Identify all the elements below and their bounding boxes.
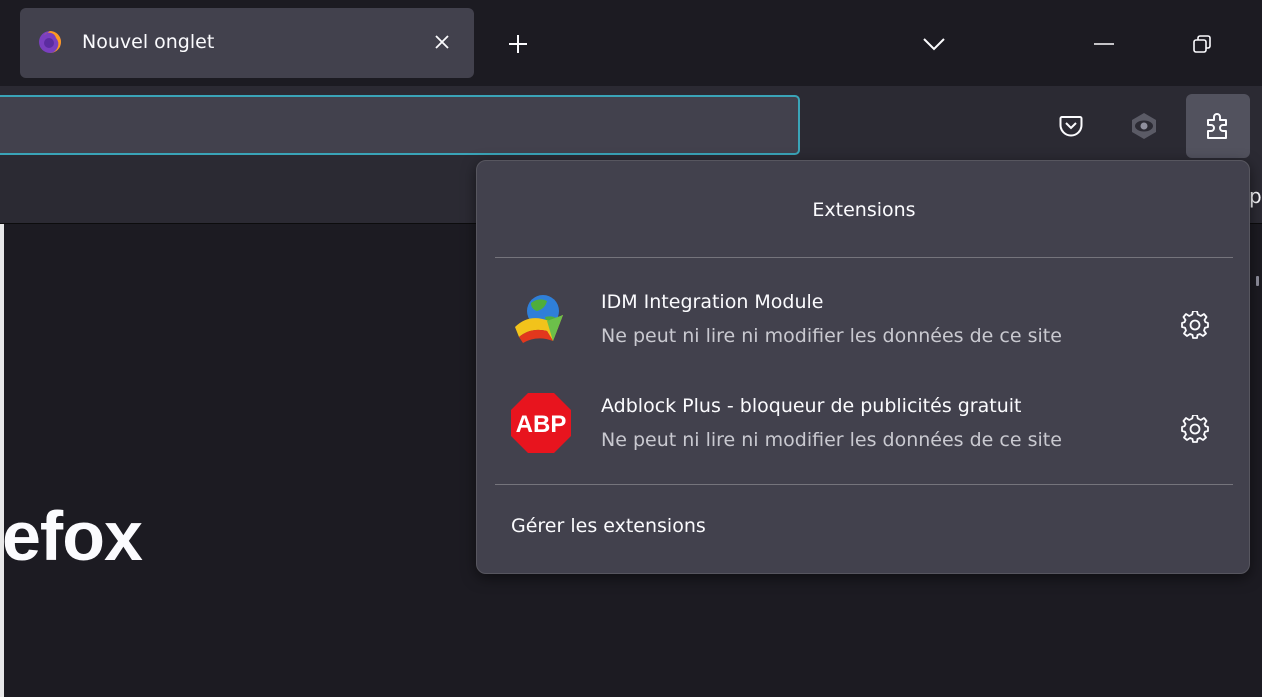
close-icon	[435, 35, 449, 49]
extension-permission-status: Ne peut ni lire ni modifier les données …	[601, 429, 1062, 451]
gear-icon	[1181, 311, 1209, 339]
abp-icon-text: ABP	[516, 411, 567, 438]
firefox-logo-icon	[39, 31, 61, 53]
extension-name: IDM Integration Module	[601, 291, 824, 313]
restore-icon	[1193, 35, 1211, 53]
page-edge-mark	[1256, 276, 1259, 286]
pocket-button[interactable]	[1047, 100, 1095, 152]
tab-new-tab[interactable]: Nouvel onglet	[20, 8, 474, 78]
eye-extension-icon	[1132, 113, 1156, 139]
extension-settings-button[interactable]	[1175, 305, 1215, 345]
pocket-icon	[1059, 116, 1083, 137]
list-all-tabs-button[interactable]	[912, 24, 956, 64]
gear-icon	[1181, 415, 1209, 443]
panel-separator	[495, 484, 1233, 485]
plus-icon	[509, 35, 527, 53]
manage-extensions-link[interactable]: Gérer les extensions	[511, 515, 706, 537]
page-edge	[0, 224, 4, 697]
tab-title: Nouvel onglet	[82, 31, 215, 53]
idm-globe-icon	[515, 295, 563, 343]
new-tab-button[interactable]	[498, 24, 538, 64]
extension-eye-button[interactable]	[1120, 100, 1168, 152]
extension-permission-status: Ne peut ni lire ni modifier les données …	[601, 325, 1062, 347]
minimize-icon	[1094, 43, 1114, 45]
extension-item-idm[interactable]: IDM Integration Module Ne peut ni lire n…	[495, 269, 1233, 359]
panel-title: Extensions	[812, 199, 916, 221]
tab-strip: Nouvel onglet	[0, 0, 1262, 86]
puzzle-piece-icon	[1207, 113, 1227, 139]
minimize-button[interactable]	[1080, 24, 1128, 64]
chevron-down-icon	[923, 38, 945, 51]
panel-separator	[495, 257, 1233, 258]
restore-button[interactable]	[1178, 24, 1226, 64]
extension-name: Adblock Plus - bloqueur de publicités gr…	[601, 395, 1022, 417]
abp-stop-icon: ABP	[511, 393, 571, 453]
extensions-button[interactable]	[1186, 94, 1250, 158]
extension-settings-button[interactable]	[1175, 409, 1215, 449]
url-bar[interactable]	[0, 95, 800, 155]
tab-close-button[interactable]	[426, 26, 458, 58]
firefox-wordmark: efox	[2, 497, 143, 575]
extension-item-adblock-plus[interactable]: ABP Adblock Plus - bloqueur de publicité…	[495, 373, 1233, 463]
extensions-panel: Extensions IDM Integration Module Ne peu…	[476, 160, 1250, 574]
url-input[interactable]	[0, 97, 798, 153]
